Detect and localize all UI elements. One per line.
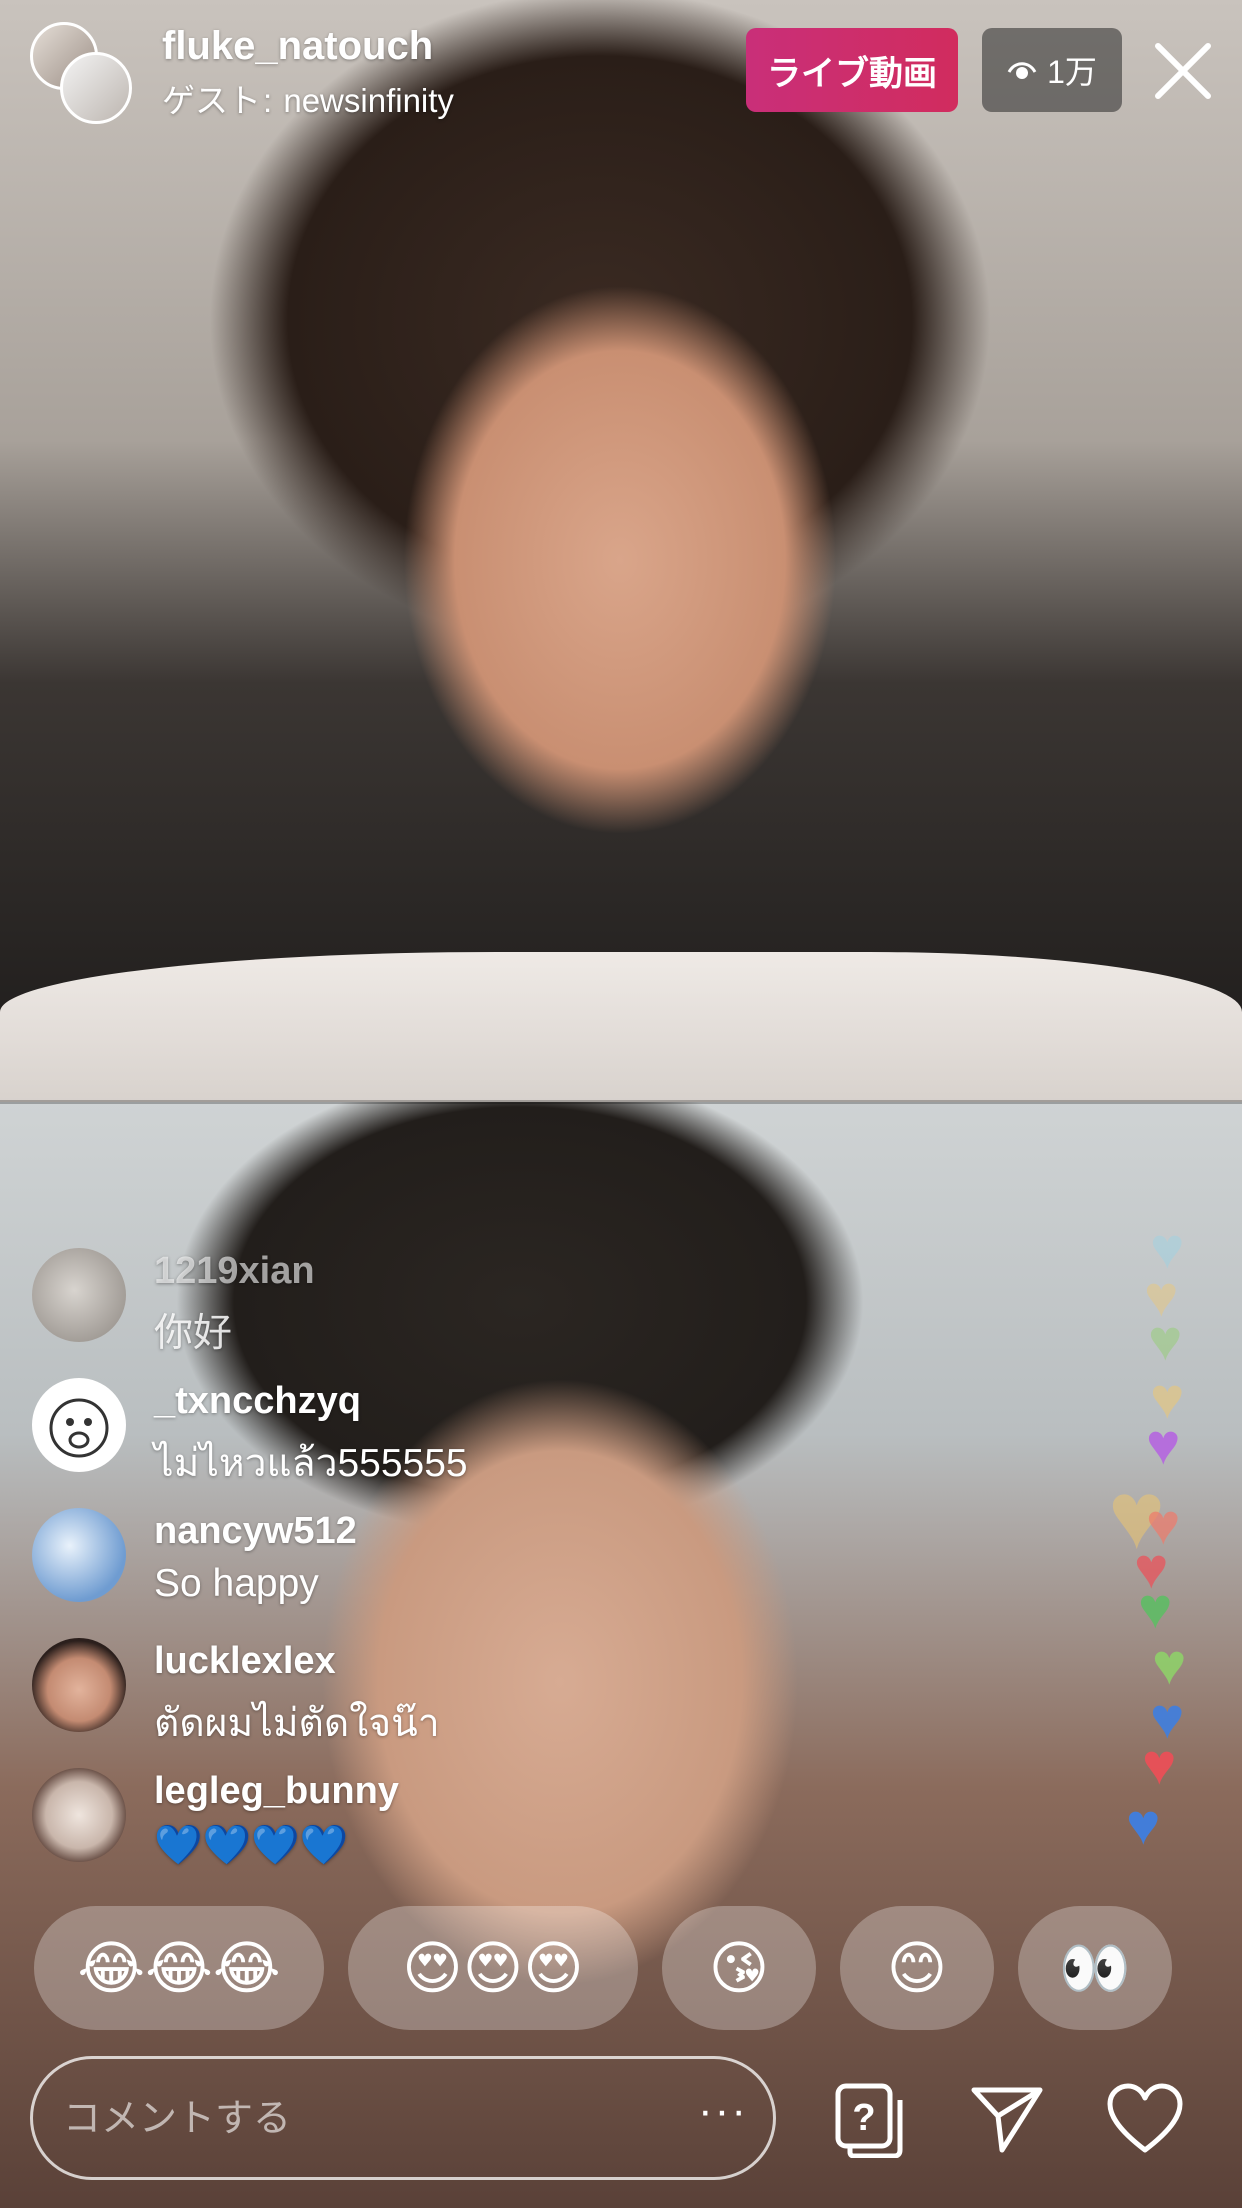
comment-username: 1219xian	[154, 1250, 315, 1292]
comment-text: ตัดผมไม่ตัดใจน๊า	[154, 1702, 440, 1745]
comment-item[interactable]: legleg_bunny 💙💙💙💙	[32, 1768, 752, 1878]
comment-text: So happy	[154, 1562, 319, 1605]
host-video	[0, 0, 1242, 1102]
guest-avatar	[60, 52, 132, 124]
heart-icon: ♥	[1138, 1576, 1173, 1641]
comment-username: lucklexlex	[154, 1640, 336, 1682]
comment-item[interactable]: nancyw512 So happy	[32, 1508, 752, 1618]
host-guest-avatars[interactable]	[30, 22, 132, 124]
guest-info[interactable]: ゲスト: newsinfinity	[162, 74, 454, 122]
reaction-heart-eyes[interactable]: 😍😍😍	[348, 1906, 638, 2030]
commenter-avatar	[32, 1508, 126, 1602]
reaction-smile[interactable]: 😊	[840, 1906, 994, 2030]
host-username[interactable]: fluke_natouch	[162, 24, 433, 69]
comment-box[interactable]: ···	[30, 2056, 776, 2180]
comment-item[interactable]: 1219xian 你好	[32, 1248, 752, 1358]
comment-text: ไม่ไหวแล้ว555555	[154, 1442, 468, 1485]
heart-icon[interactable]	[1106, 2080, 1184, 2158]
heart-icon: ♥	[1126, 1792, 1161, 1857]
question-card-icon[interactable]: ?	[832, 2080, 910, 2158]
reaction-kiss[interactable]: 😘	[662, 1906, 816, 2030]
eye-icon	[1007, 62, 1037, 79]
video-divider	[0, 1100, 1242, 1104]
commenter-avatar	[32, 1378, 126, 1472]
close-icon[interactable]	[1148, 36, 1218, 106]
more-options-button[interactable]: ···	[693, 2089, 753, 2149]
heart-icon: ♥	[1148, 1308, 1183, 1373]
guest-username: newsinfinity	[283, 82, 454, 119]
heart-icon: ♥	[1142, 1732, 1177, 1797]
commenter-avatar	[32, 1248, 126, 1342]
viewer-count: 1万	[1047, 54, 1097, 90]
svg-text:?: ?	[852, 2097, 875, 2139]
comment-text: 你好	[154, 1312, 233, 1355]
guest-separator: :	[263, 82, 273, 119]
guest-prefix: ゲスト	[162, 82, 261, 119]
comment-item[interactable]: _txncchzyq ไม่ไหวแล้ว555555	[32, 1378, 752, 1488]
comment-input[interactable]	[61, 2059, 665, 2179]
send-icon[interactable]	[968, 2080, 1046, 2158]
viewer-count-badge[interactable]: 1万	[982, 28, 1122, 112]
commenter-avatar	[32, 1768, 126, 1862]
comment-username: legleg_bunny	[154, 1770, 399, 1812]
comment-username: nancyw512	[154, 1510, 357, 1552]
reaction-eyes[interactable]: 👀	[1018, 1906, 1172, 2030]
reaction-laughing[interactable]: 😂😂😂	[34, 1906, 324, 2030]
comment-username: _txncchzyq	[154, 1380, 361, 1422]
comment-text: 💙💙💙💙	[154, 1823, 349, 1868]
meme-face-icon	[49, 1398, 109, 1458]
live-badge: ライブ動画	[746, 28, 958, 112]
comment-item[interactable]: lucklexlex ตัดผมไม่ตัดใจน๊า	[32, 1638, 752, 1748]
commenter-avatar	[32, 1638, 126, 1732]
